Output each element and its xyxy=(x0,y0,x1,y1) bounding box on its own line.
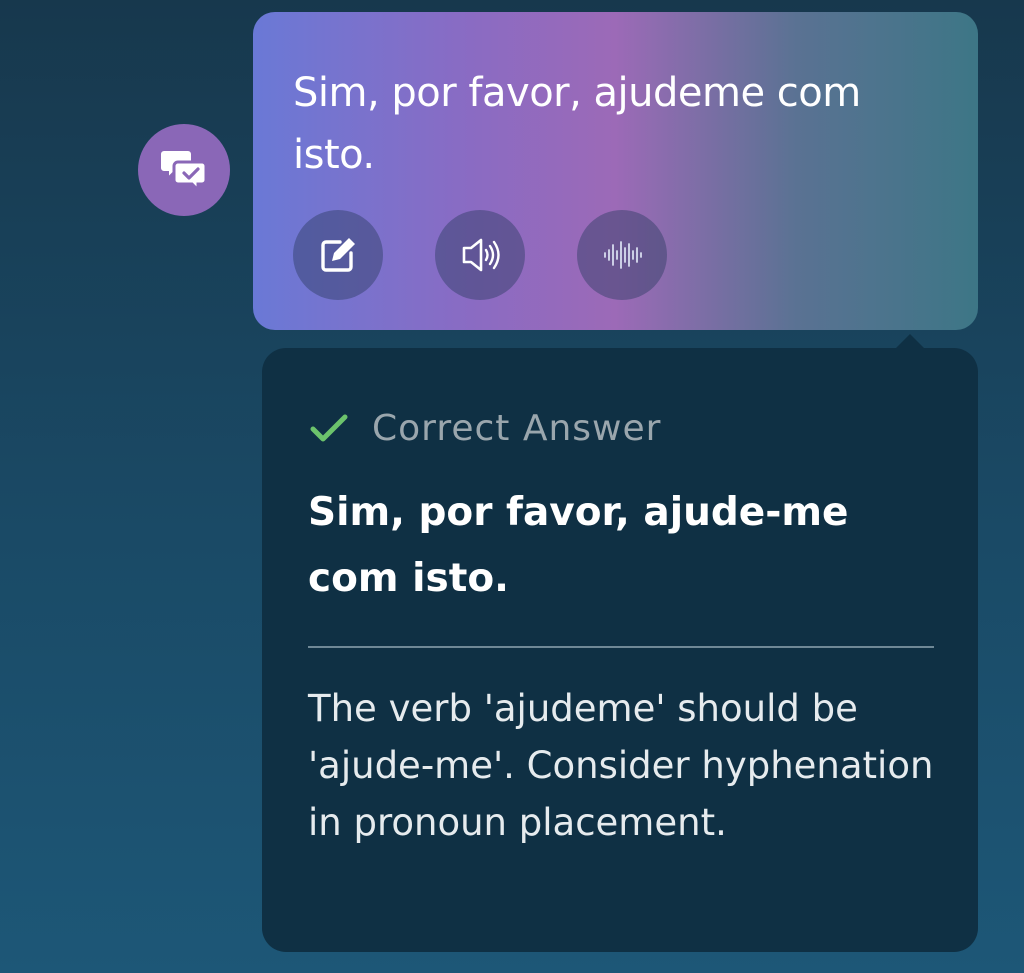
feedback-card: Correct Answer Sim, por favor, ajude-me … xyxy=(262,334,978,952)
speaker-icon xyxy=(462,238,500,272)
divider xyxy=(308,646,934,648)
message-actions xyxy=(293,210,667,300)
correct-answer-text: Sim, por favor, ajude-me com isto. xyxy=(308,490,849,601)
correct-answer-header: Correct Answer xyxy=(308,400,932,456)
user-message-text: Sim, por favor, ajudeme com isto. xyxy=(293,70,861,178)
chat-avatar xyxy=(138,124,230,216)
correct-answer-label: Correct Answer xyxy=(372,407,662,449)
card-pointer xyxy=(894,334,926,350)
edit-button[interactable] xyxy=(293,210,383,300)
speaker-button[interactable] xyxy=(435,210,525,300)
user-message-bubble: Sim, por favor, ajudeme com isto. xyxy=(253,12,978,330)
edit-icon xyxy=(321,238,355,272)
explanation-text: The verb 'ajudeme' should be 'ajude-me'.… xyxy=(308,687,934,844)
check-icon xyxy=(310,414,348,442)
waveform-button[interactable] xyxy=(577,210,667,300)
waveform-icon xyxy=(604,241,642,269)
chat-check-icon xyxy=(159,149,208,194)
